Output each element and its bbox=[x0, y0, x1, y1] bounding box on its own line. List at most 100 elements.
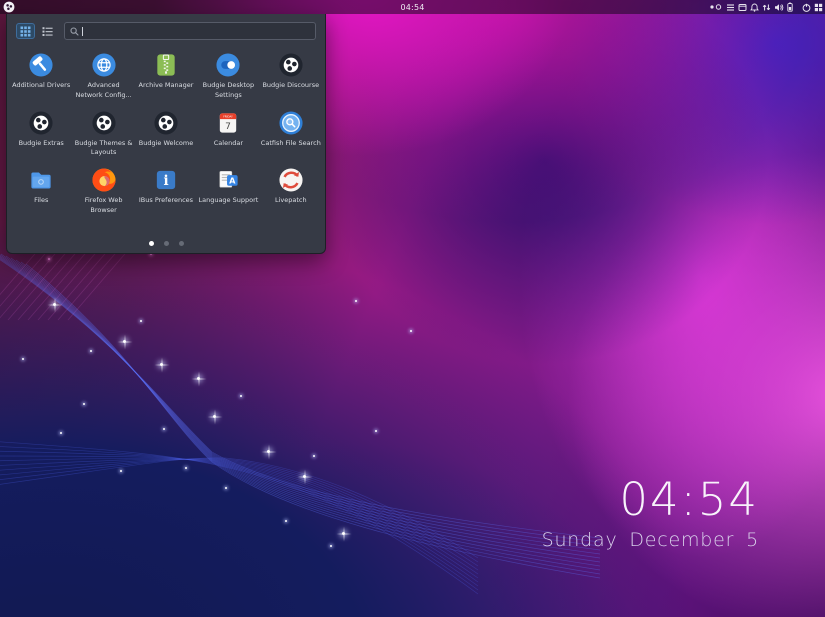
budgie-logo-icon bbox=[153, 110, 179, 136]
app-advanced-network-config[interactable]: Advanced Network Config... bbox=[72, 50, 134, 103]
app-catfish-file-search[interactable]: Catfish File Search bbox=[260, 108, 322, 161]
list-view-icon bbox=[42, 26, 53, 37]
files-folder-icon bbox=[28, 167, 54, 193]
star bbox=[375, 430, 377, 432]
app-budgie-desktop-settings[interactable]: Budgie Desktop Settings bbox=[197, 50, 259, 103]
page-dot-1[interactable] bbox=[149, 241, 154, 246]
firefox-icon bbox=[91, 167, 117, 193]
apps-grid: Additional Drivers Advanced Network Conf… bbox=[7, 43, 325, 253]
app-archive-manager[interactable]: Archive Manager bbox=[135, 50, 197, 103]
app-label: Additional Drivers bbox=[12, 81, 70, 91]
app-files[interactable]: Files bbox=[10, 165, 72, 218]
star bbox=[53, 303, 56, 306]
app-label: Budgie Welcome bbox=[139, 139, 193, 149]
workspace-switcher-icon[interactable] bbox=[814, 3, 823, 12]
applications-menu: Additional Drivers Advanced Network Conf… bbox=[6, 14, 326, 254]
star bbox=[225, 487, 227, 489]
desktop-clock-date: Sunday December 5 bbox=[542, 529, 759, 551]
app-label: IBus Preferences bbox=[139, 196, 193, 206]
grid-view-toggle[interactable] bbox=[16, 23, 35, 39]
app-label: Calendar bbox=[214, 139, 243, 149]
star bbox=[303, 475, 306, 478]
app-ibus-preferences[interactable]: IBus Preferences bbox=[135, 165, 197, 218]
star bbox=[355, 300, 357, 302]
app-budgie-discourse[interactable]: Budgie Discourse bbox=[260, 50, 322, 103]
app-budgie-welcome[interactable]: Budgie Welcome bbox=[135, 108, 197, 161]
app-calendar[interactable]: Calendar bbox=[197, 108, 259, 161]
app-label: Budgie Themes & Layouts bbox=[74, 139, 134, 159]
search-input[interactable] bbox=[64, 22, 316, 40]
archive-manager-icon bbox=[153, 52, 179, 78]
ibus-icon bbox=[153, 167, 179, 193]
app-label: Catfish File Search bbox=[261, 139, 321, 149]
menu-header bbox=[7, 14, 325, 43]
app-label: Files bbox=[34, 196, 48, 206]
catfish-search-icon bbox=[278, 110, 304, 136]
star bbox=[342, 532, 345, 535]
power-icon[interactable] bbox=[802, 3, 811, 12]
system-tray bbox=[709, 0, 823, 14]
budgie-logo-icon bbox=[28, 110, 54, 136]
star bbox=[330, 545, 332, 547]
window-list-icon[interactable] bbox=[738, 3, 747, 12]
app-firefox[interactable]: Firefox Web Browser bbox=[72, 165, 134, 218]
app-label: Livepatch bbox=[275, 196, 307, 206]
budgie-logo-icon bbox=[278, 52, 304, 78]
notifications-icon[interactable] bbox=[750, 3, 759, 12]
app-label: Advanced Network Config... bbox=[74, 81, 134, 101]
budgie-desktop-settings-icon bbox=[215, 52, 241, 78]
battery-icon[interactable] bbox=[787, 2, 793, 12]
app-label: Language Support bbox=[198, 196, 258, 206]
page-dot-2[interactable] bbox=[164, 241, 169, 246]
indicator-dot-icon[interactable] bbox=[709, 2, 723, 12]
app-language-support[interactable]: Language Support bbox=[197, 165, 259, 218]
star bbox=[197, 377, 200, 380]
star bbox=[120, 470, 122, 472]
app-label: Budgie Discourse bbox=[262, 81, 319, 91]
star bbox=[240, 395, 242, 397]
app-label: Budgie Extras bbox=[19, 139, 64, 149]
menu-pagination bbox=[7, 241, 325, 246]
app-menu-icon[interactable] bbox=[726, 3, 735, 12]
network-icon[interactable] bbox=[762, 3, 771, 12]
star bbox=[160, 363, 163, 366]
app-budgie-extras[interactable]: Budgie Extras bbox=[10, 108, 72, 161]
network-config-icon bbox=[91, 52, 117, 78]
star bbox=[313, 455, 315, 457]
star bbox=[185, 467, 187, 469]
star bbox=[60, 432, 62, 434]
desktop-clock-time: 04:54 bbox=[619, 477, 759, 522]
app-label: Firefox Web Browser bbox=[74, 196, 134, 216]
star bbox=[213, 415, 216, 418]
star bbox=[285, 520, 287, 522]
grid-view-icon bbox=[20, 26, 31, 37]
app-additional-drivers[interactable]: Additional Drivers bbox=[10, 50, 72, 103]
panel-clock[interactable]: 04:54 bbox=[400, 3, 424, 12]
app-label: Budgie Desktop Settings bbox=[198, 81, 258, 101]
star bbox=[123, 340, 126, 343]
desktop: FRIDAY 7 i bbox=[0, 0, 825, 617]
page-dot-3[interactable] bbox=[179, 241, 184, 246]
search-icon bbox=[70, 27, 79, 36]
language-support-icon bbox=[215, 167, 241, 193]
star bbox=[410, 330, 412, 332]
app-livepatch[interactable]: Livepatch bbox=[260, 165, 322, 218]
livepatch-icon bbox=[278, 167, 304, 193]
budgie-logo-icon bbox=[91, 110, 117, 136]
desktop-clock: 04:54 Sunday December 5 bbox=[542, 477, 759, 551]
text-caret bbox=[82, 27, 83, 36]
top-panel: 04:54 bbox=[0, 0, 825, 14]
additional-drivers-icon bbox=[28, 52, 54, 78]
star bbox=[83, 403, 85, 405]
budgie-menu-button[interactable] bbox=[3, 1, 15, 13]
calendar-icon bbox=[215, 110, 241, 136]
list-view-toggle[interactable] bbox=[38, 23, 57, 39]
star bbox=[48, 258, 50, 260]
star bbox=[163, 428, 165, 430]
star bbox=[90, 350, 92, 352]
star bbox=[140, 320, 142, 322]
star bbox=[22, 358, 24, 360]
star bbox=[267, 450, 270, 453]
app-budgie-themes-layouts[interactable]: Budgie Themes & Layouts bbox=[72, 108, 134, 161]
volume-icon[interactable] bbox=[774, 3, 784, 12]
